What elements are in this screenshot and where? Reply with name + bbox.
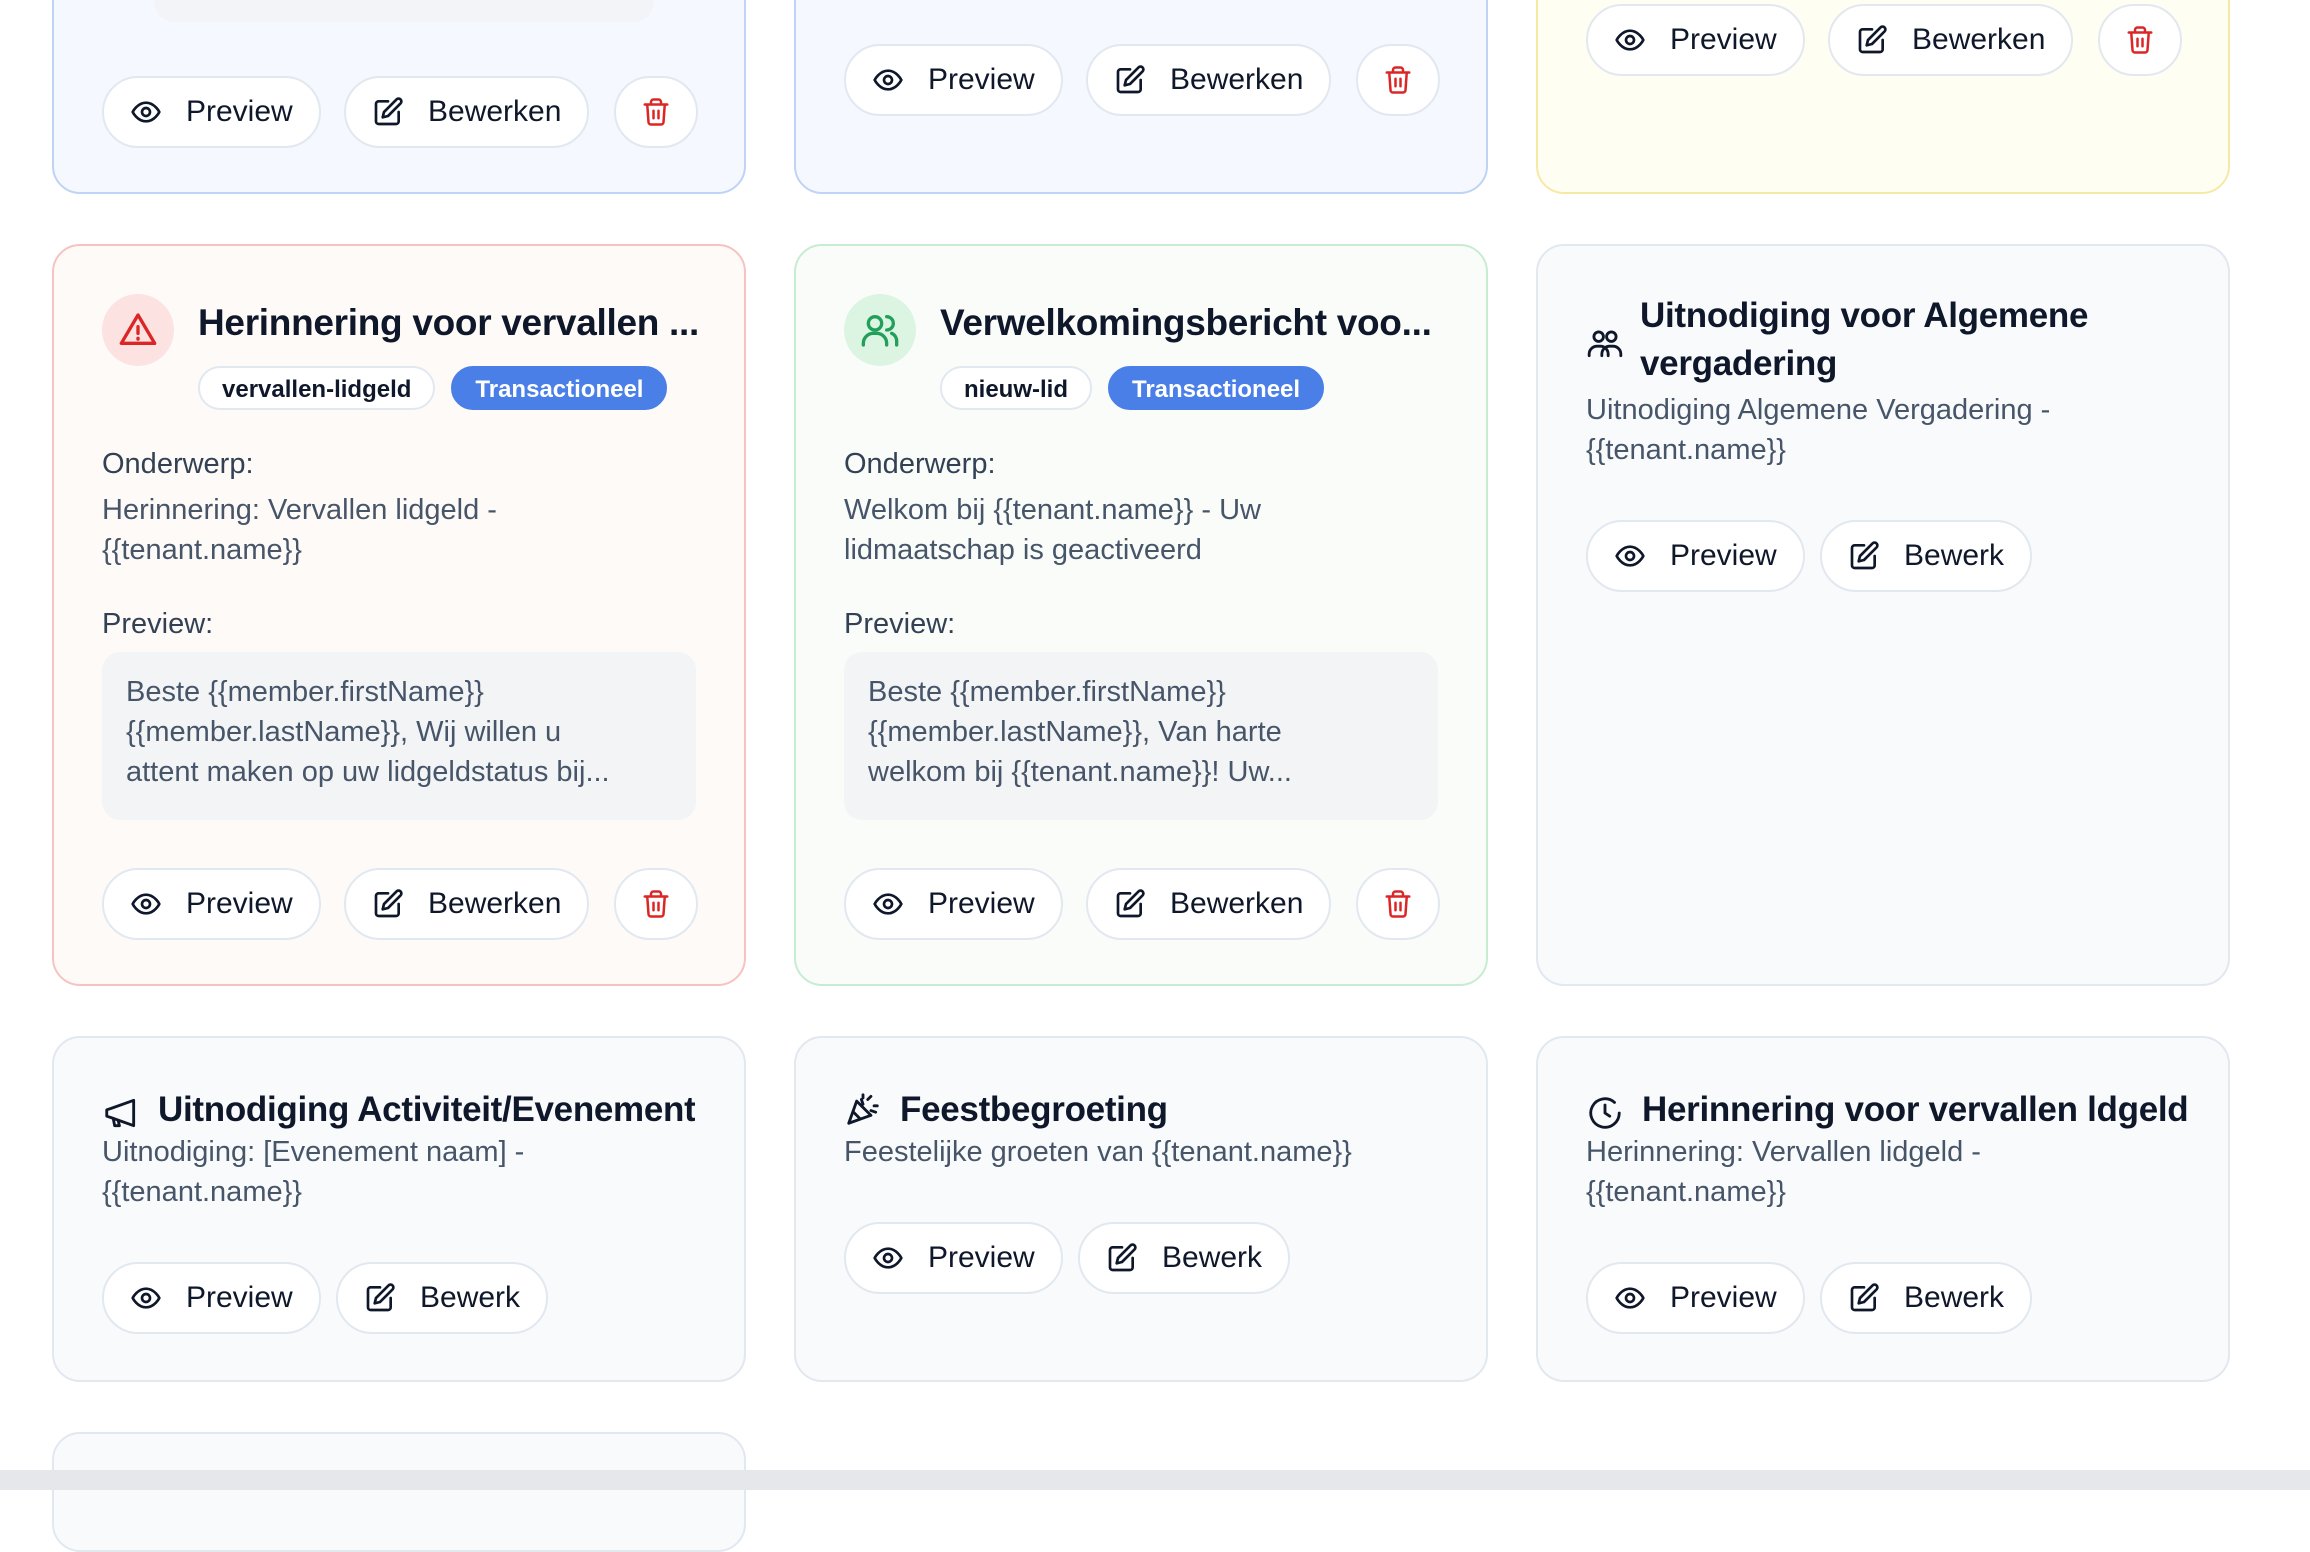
preview-button[interactable]: Preview [1586,520,1805,592]
edit-button[interactable]: Bewerken [1828,4,2074,76]
card-title: Herinnering voor vervallen ... [198,302,699,343]
card-header: Verwelkomingsbericht voo... [844,294,1438,366]
preview-button[interactable]: Preview [102,868,321,940]
subject-text: Herinnering: Vervallen lidgeld - {{tenan… [102,494,497,566]
group-icon [1587,330,1623,358]
delete-button[interactable] [614,76,698,148]
megaphone-icon [105,1098,136,1128]
eye-icon [130,96,162,128]
subject-label: Onderwerp: [102,448,254,480]
tag-slug: vervallen-lidgeld [198,366,436,410]
preview-box: Beste {{member.firstName}} {{member.last… [102,652,696,820]
edit-button[interactable]: Bewerken [344,868,590,940]
edit-icon [372,888,404,920]
edit-button[interactable]: Bewerken [1086,868,1332,940]
preview-button[interactable]: Preview [102,1262,321,1334]
preview-button[interactable]: Preview [844,1222,1063,1294]
horizontal-scrollbar[interactable] [0,1470,2310,1490]
edit-icon [1856,24,1888,56]
eye-icon [1614,540,1646,572]
template-card-2: Preview Bewerken [794,0,1488,194]
template-card-1: Preview Bewerken [52,0,746,194]
party-popper-icon [847,1093,879,1125]
subject-text: Uitnodiging Algemene Vergadering - {{ten… [1586,394,2051,466]
template-card-event-invite: Uitnodiging Activiteit/Evenement Uitnodi… [52,1036,746,1382]
preview-button[interactable]: Preview [844,868,1063,940]
subject-label: Onderwerp: [844,448,996,480]
eye-icon [872,1242,904,1274]
delete-button[interactable] [1356,44,1440,116]
edit-icon [1848,1282,1880,1314]
template-card-next [52,1432,746,1552]
delete-button[interactable] [1356,868,1440,940]
eye-icon [1614,1282,1646,1314]
card-title: Herinnering voor vervallen ldgeld [1642,1090,2189,1129]
card-header: Herinnering voor vervallen ... [102,294,699,366]
template-card-3: Preview Bewerken [1536,0,2230,194]
preview-button[interactable]: Preview [1586,1262,1805,1334]
subject-text: Herinnering: Vervallen lidgeld - {{tenan… [1586,1136,1981,1208]
template-card-festive-greeting: Feestbegroeting Feestelijke groeten van … [794,1036,1488,1382]
edit-button[interactable]: Bewerk [1820,520,2033,592]
edit-button[interactable]: Bewerk [336,1262,549,1334]
edit-icon [1114,888,1146,920]
delete-button[interactable] [2098,4,2182,76]
trash-icon [1383,65,1413,95]
tag-list: vervallen-lidgeld Transactioneel [198,366,668,410]
edit-button[interactable]: Bewerk [1078,1222,1291,1294]
users-icon [844,294,916,366]
eye-icon [872,888,904,920]
edit-button[interactable]: Bewerken [1086,44,1332,116]
delete-button[interactable] [614,868,698,940]
edit-button[interactable]: Bewerk [1820,1262,2033,1334]
preview-label: Preview: [102,608,214,640]
template-card-general-assembly: Uitnodiging voor Algemene vergadering Ui… [1536,244,2230,986]
card-title: Feestbegroeting [900,1090,1168,1129]
template-card-overdue-fee: Herinnering voor vervallen ... vervallen… [52,244,746,986]
trash-icon [641,889,671,919]
trash-icon [641,97,671,127]
eye-icon [130,1282,162,1314]
preview-button[interactable]: Preview [844,44,1063,116]
preview-label: Preview: [844,608,956,640]
preview-box [154,0,654,22]
edit-icon [1106,1242,1138,1274]
edit-icon [1848,540,1880,572]
subject-text: Welkom bij {{tenant.name}} - Uw lidmaats… [844,494,1261,566]
edit-icon [364,1282,396,1314]
card-title: Uitnodiging voor Algemene vergadering [1640,296,2089,383]
clock-icon [1589,1097,1621,1129]
card-title: Uitnodiging Activiteit/Evenement [158,1090,696,1129]
edit-icon [372,96,404,128]
preview-button[interactable]: Preview [102,76,321,148]
tag-category: Transactioneel [1108,366,1325,410]
trash-icon [1383,889,1413,919]
eye-icon [1614,24,1646,56]
subject-text: Uitnodiging: [Evenement naam] - {{tenant… [102,1136,525,1208]
warning-triangle-icon [102,294,174,366]
preview-button[interactable]: Preview [1586,4,1805,76]
template-card-welcome: Verwelkomingsbericht voo... nieuw-lid Tr… [794,244,1488,986]
trash-icon [2125,25,2155,55]
preview-box: Beste {{member.firstName}} {{member.last… [844,652,1438,820]
template-card-overdue-reminder: Herinnering voor vervallen ldgeld Herinn… [1536,1036,2230,1382]
tag-slug: nieuw-lid [940,366,1092,410]
edit-button[interactable]: Bewerken [344,76,590,148]
tag-category: Transactioneel [451,366,668,410]
card-title: Verwelkomingsbericht voo... [940,302,1432,343]
eye-icon [872,64,904,96]
tag-list: nieuw-lid Transactioneel [940,366,1325,410]
edit-icon [1114,64,1146,96]
subject-text: Feestelijke groeten van {{tenant.name}} [844,1136,1352,1168]
eye-icon [130,888,162,920]
